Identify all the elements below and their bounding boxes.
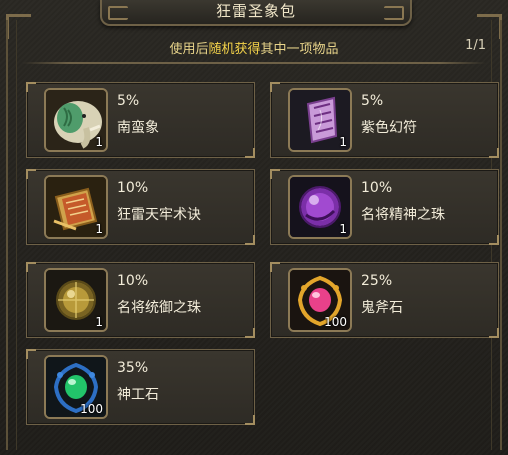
item-count: 1 (95, 315, 103, 329)
item-count: 1 (339, 135, 347, 149)
item-name: 南蛮象 (117, 120, 159, 136)
item-chance: 10% (117, 180, 149, 196)
instruction-highlight: 随机获得 (208, 42, 261, 57)
frame-left-border (6, 20, 17, 450)
item-slot[interactable]: 1 (44, 175, 108, 239)
item-count: 100 (80, 402, 103, 416)
item-chance: 10% (361, 180, 393, 196)
item-chance: 10% (117, 273, 149, 289)
instruction-text: 使用后随机获得其中一项物品 (22, 38, 486, 57)
title-tab: 狂雷圣象包 (100, 0, 412, 26)
item-chance: 25% (361, 273, 393, 289)
title-ornament-icon (108, 6, 128, 20)
pack-title: 狂雷圣象包 (215, 2, 296, 20)
item-slot[interactable]: 1 (44, 268, 108, 332)
item-card[interactable]: 1 10% 名将精神之珠 (270, 169, 499, 245)
item-card[interactable]: 1 5% 南蛮象 (26, 82, 255, 158)
item-card[interactable]: 100 35% 神工石 (26, 349, 255, 425)
item-name: 名将精神之珠 (361, 207, 445, 223)
item-pack-panel: 狂雷圣象包 使用后随机获得其中一项物品 1/1 1 5% 南蛮象 1 5% 紫色… (0, 0, 508, 455)
item-chance: 5% (361, 93, 384, 109)
item-slot[interactable]: 100 (288, 268, 352, 332)
item-card[interactable]: 1 10% 名将统御之珠 (26, 262, 255, 338)
item-chance: 35% (117, 360, 149, 376)
item-count: 1 (95, 135, 103, 149)
item-name: 紫色幻符 (361, 120, 417, 136)
item-name: 名将统御之珠 (117, 300, 201, 316)
item-count: 1 (339, 222, 347, 236)
item-count: 1 (95, 222, 103, 236)
page-indicator: 1/1 (465, 38, 486, 53)
header-row: 使用后随机获得其中一项物品 1/1 (22, 32, 486, 62)
instruction-suffix: 其中一项物品 (260, 42, 339, 57)
item-name: 狂雷天牢术诀 (117, 207, 201, 223)
item-chance: 5% (117, 93, 140, 109)
item-card[interactable]: 1 5% 紫色幻符 (270, 82, 499, 158)
item-slot[interactable]: 1 (44, 88, 108, 152)
instruction-prefix: 使用后 (169, 42, 209, 57)
item-name: 鬼斧石 (361, 300, 403, 316)
item-card[interactable]: 1 10% 狂雷天牢术诀 (26, 169, 255, 245)
item-slot[interactable]: 1 (288, 175, 352, 239)
item-slot[interactable]: 100 (44, 355, 108, 419)
item-name: 神工石 (117, 387, 159, 403)
item-card[interactable]: 100 25% 鬼斧石 (270, 262, 499, 338)
header-divider (22, 62, 486, 64)
item-slot[interactable]: 1 (288, 88, 352, 152)
item-count: 100 (324, 315, 347, 329)
title-ornament-icon (384, 6, 404, 20)
